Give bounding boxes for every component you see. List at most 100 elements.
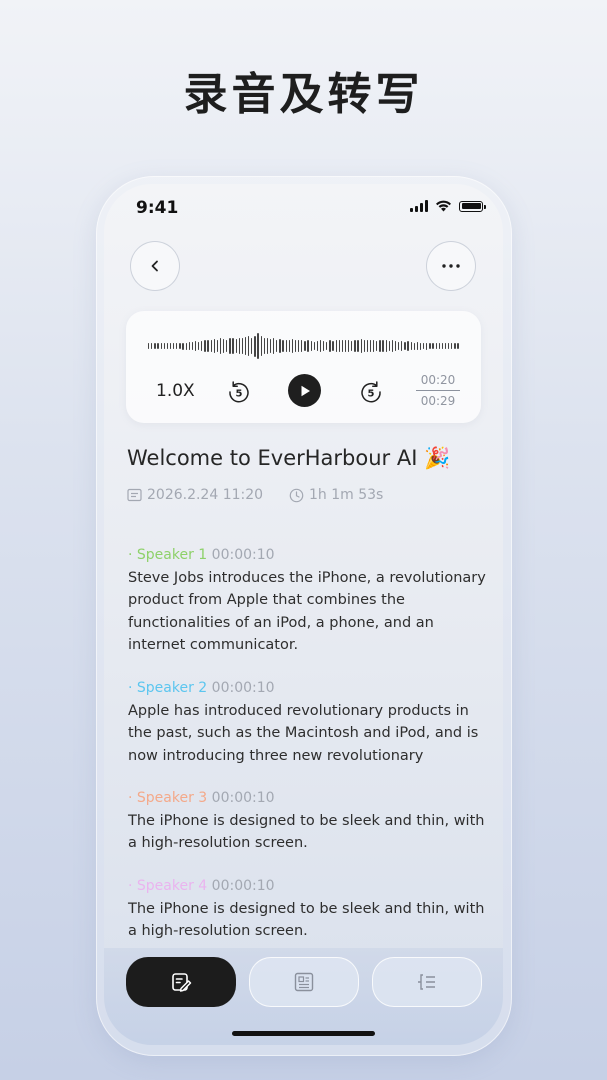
waveform-bar [213,339,215,353]
playback-time: 00:20 00:29 [416,373,460,408]
waveform-bar [404,341,406,351]
waveform-bar [173,343,175,349]
speaker-timestamp[interactable]: 00:00:10 [212,790,275,806]
waveform-bar [248,336,250,356]
waveform-bar [282,339,284,353]
waveform-bar [316,341,319,351]
playback-speed-button[interactable]: 1.0X [156,381,195,401]
waveform-bar [310,341,312,351]
waveform-bar [254,335,256,357]
waveform-bar [154,343,156,349]
play-button[interactable] [288,374,321,407]
waveform-bar [185,342,187,350]
waveform-bar [257,333,259,359]
waveform-bar [454,343,456,349]
waveform-bar [273,338,275,354]
speaker-name[interactable]: Speaker 4 [137,878,207,894]
transcript-text: Apple has introduced revolutionary produ… [128,703,479,764]
waveform-bar [163,343,165,349]
speaker-timestamp[interactable]: 00:00:10 [212,547,275,563]
waveform-bar [301,339,303,353]
waveform-bar [304,341,306,351]
tab-outline[interactable] [372,957,482,1007]
audio-player: 1.0X 5 5 00:20 00:29 [126,311,481,423]
rewind-button[interactable]: 5 [224,377,254,407]
waveform-bar [376,341,378,351]
speaker-dot: · [128,547,133,563]
tab-edit[interactable] [126,957,236,1007]
waveform-bar [204,340,206,352]
speaker-timestamp[interactable]: 00:00:10 [212,680,275,696]
waveform-bar [360,339,362,353]
speaker-header: · Speaker 2 00:00:10 [128,678,488,698]
waveform-bar [241,337,244,355]
waveform-bar [451,343,453,349]
speaker-dot: · [128,878,133,894]
back-button[interactable] [130,241,180,291]
forward-button[interactable]: 5 [356,377,386,407]
outline-list-icon [418,974,435,990]
waveform-bar [444,343,447,349]
waveform-bar [188,341,190,351]
waveform-bar [351,341,353,351]
party-popper-emoji: 🎉 [424,446,451,470]
audio-waveform[interactable] [148,329,459,363]
waveform-bar [151,343,153,349]
waveform-bar [329,340,331,352]
waveform-bar [441,343,444,349]
record-duration-text: 1h 1m 53s [309,487,384,503]
waveform-bar [416,341,419,351]
waveform-bar [394,341,397,351]
waveform-bar [216,339,219,353]
document-icon [294,972,314,992]
home-indicator [232,1031,375,1036]
waveform-bar [348,340,350,352]
time-divider [416,390,460,391]
waveform-bar [419,342,422,350]
transcript-text: Steve Jobs introduces the iPhone, a revo… [128,570,486,653]
waveform-bar [291,339,294,353]
waveform-bar [319,340,322,352]
rewind-seconds-label: 5 [236,389,243,400]
waveform-bar [148,343,150,349]
waveform-bar [391,340,394,352]
waveform-bar [266,338,269,354]
record-title-text: Welcome to EverHarbour AI [127,446,418,470]
waveform-bar [176,343,178,349]
speaker-name[interactable]: Speaker 3 [137,790,207,806]
speaker-name[interactable]: Speaker 2 [137,680,207,696]
waveform-bar [398,341,400,351]
transcript-entry: · Speaker 1 00:00:10 Steve Jobs introduc… [128,545,488,656]
bottom-tab-bar [104,948,503,1045]
waveform-bar [269,339,272,353]
waveform-bar [260,336,262,356]
waveform-bar [413,342,415,350]
edit-note-icon [172,973,192,992]
waveform-bar [251,337,253,355]
waveform-bar [326,341,328,351]
waveform-bar [235,339,237,353]
waveform-bar [366,340,369,352]
waveform-bar [335,340,337,352]
waveform-bar [357,339,359,353]
speaker-timestamp[interactable]: 00:00:10 [212,878,275,894]
speaker-name[interactable]: Speaker 1 [137,547,207,563]
waveform-bar [354,340,356,352]
record-title: Welcome to EverHarbour AI 🎉 [127,446,450,471]
waveform-bar [219,338,222,354]
wifi-icon [436,200,451,212]
total-time: 00:29 [420,394,456,408]
waveform-bar [401,341,403,351]
transcript-entry: · Speaker 3 00:00:10 The iPhone is desig… [128,788,488,855]
waveform-bar [382,339,384,353]
waveform-bar [226,339,228,353]
tab-document[interactable] [249,957,359,1007]
more-horizontal-icon [442,264,460,268]
more-button[interactable] [426,241,476,291]
waveform-bar [238,338,240,354]
record-date: 2026.2.24 11:20 [127,487,263,503]
waveform-bar [369,339,372,353]
cellular-signal-icon [410,200,428,212]
waveform-bar [407,341,409,351]
calendar-icon [127,488,142,502]
